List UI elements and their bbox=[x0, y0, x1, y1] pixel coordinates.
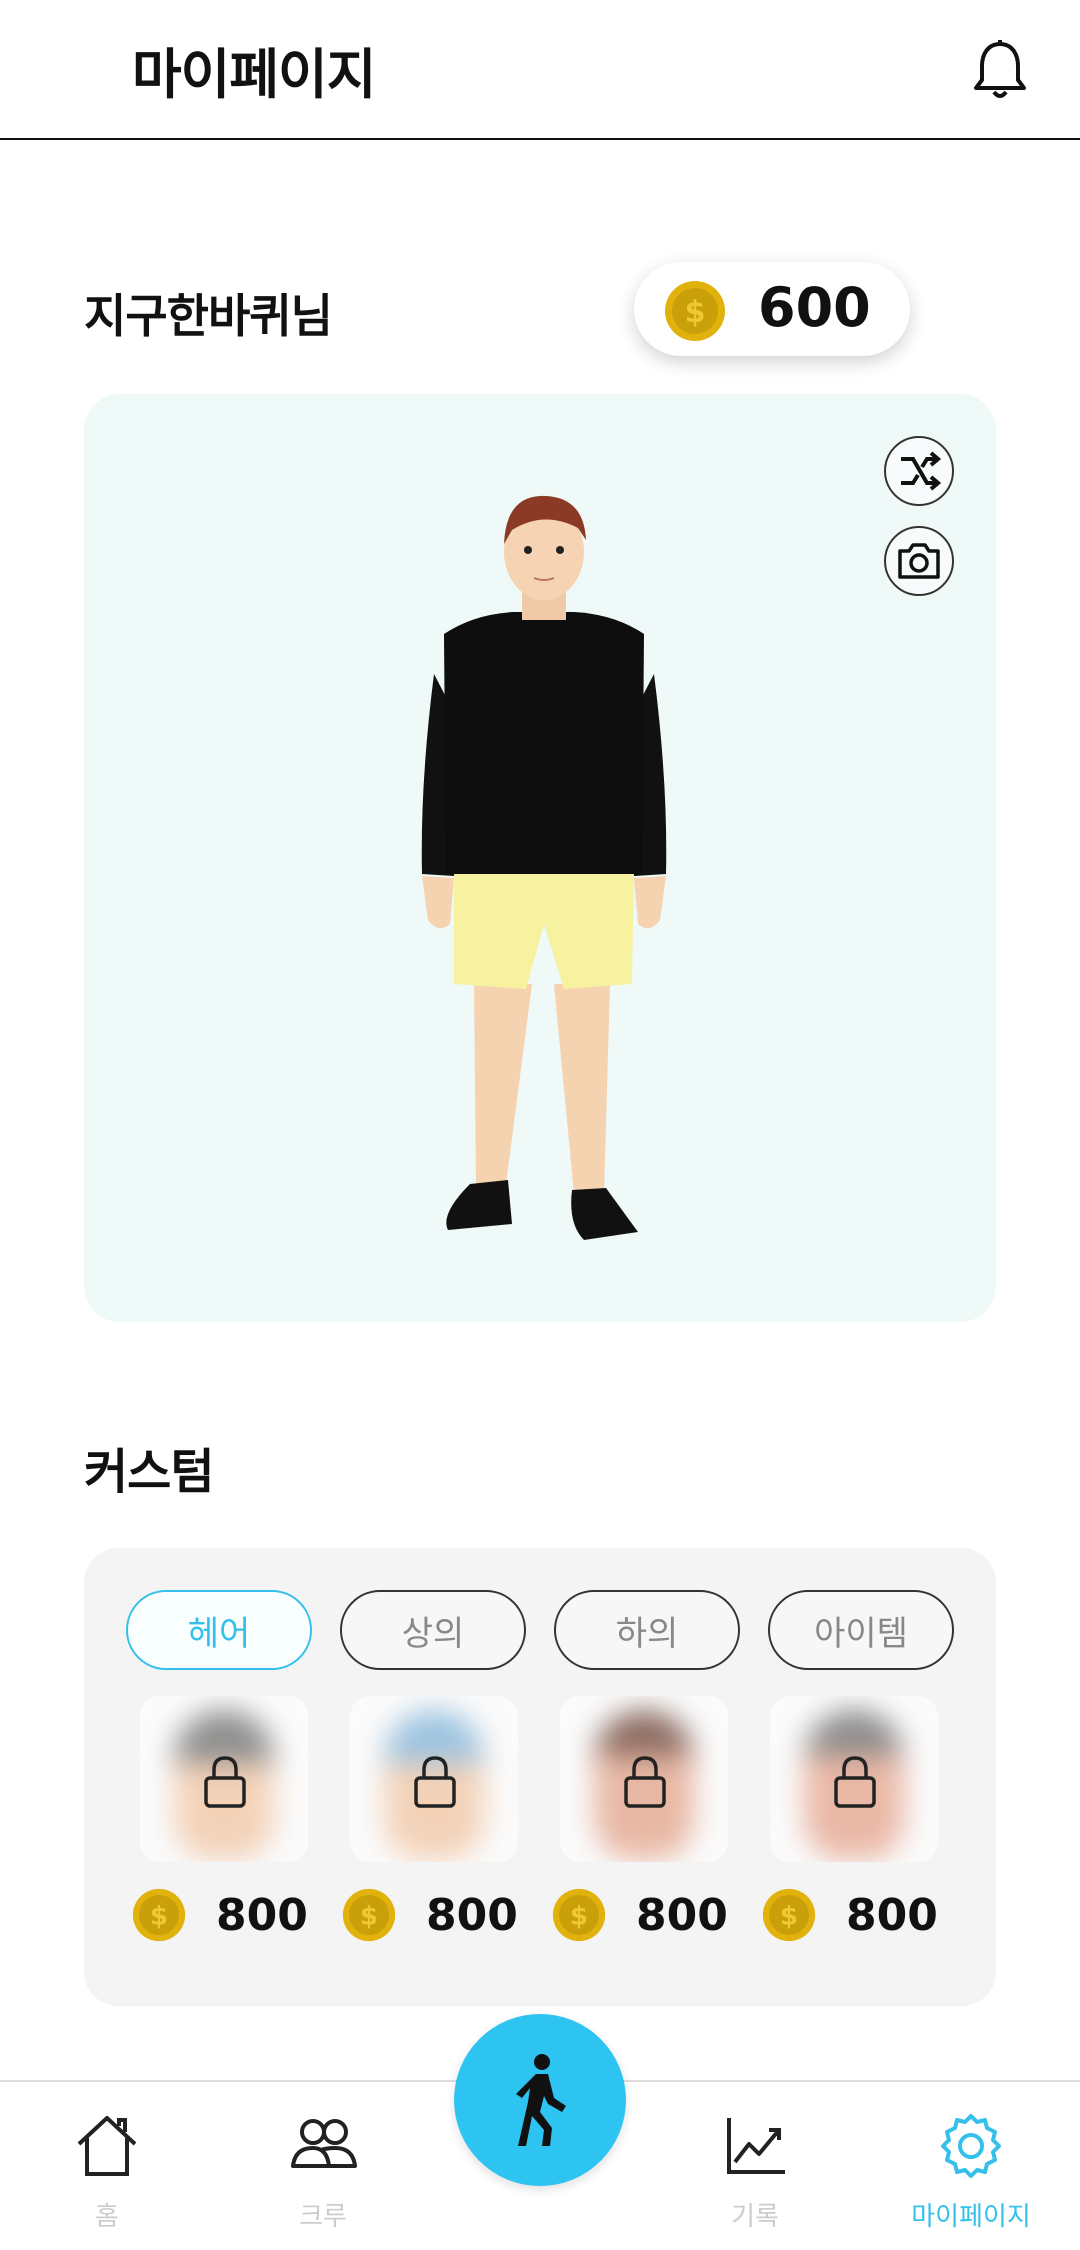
camera-button[interactable] bbox=[884, 526, 954, 596]
nav-label: 크루 bbox=[299, 2202, 347, 2232]
nav-crew[interactable]: 크루 bbox=[248, 2110, 398, 2250]
lock-icon bbox=[624, 1756, 666, 1808]
nav-label: 기록 bbox=[731, 2202, 779, 2232]
nav-mypage[interactable]: 마이페이지 bbox=[896, 2110, 1046, 2250]
nav-label: 마이페이지 bbox=[911, 2202, 1031, 2232]
svg-text:$: $ bbox=[570, 1902, 588, 1932]
avatar-preview bbox=[84, 394, 996, 1322]
lock-icon bbox=[834, 1756, 876, 1808]
coin-icon: $ bbox=[762, 1888, 816, 1942]
lock-icon bbox=[204, 1756, 246, 1808]
coin-icon: $ bbox=[552, 1888, 606, 1942]
coin-icon: $ bbox=[665, 281, 725, 341]
svg-text:$: $ bbox=[150, 1902, 168, 1932]
item-price: $ 800 bbox=[132, 1888, 308, 1942]
hair-item-3[interactable] bbox=[560, 1696, 728, 1862]
svg-text:$: $ bbox=[780, 1902, 798, 1932]
item-price-value: 800 bbox=[636, 1889, 728, 1941]
tab-hair[interactable]: 헤어 bbox=[126, 1590, 312, 1670]
top-app-bar: 마이페이지 bbox=[0, 0, 1080, 140]
custom-panel: 헤어 상의 하의 아이템 $ 800 $ 800 $ 800 $ 800 bbox=[84, 1548, 996, 2006]
hair-item-4[interactable] bbox=[770, 1696, 938, 1862]
nav-home[interactable]: 홈 bbox=[32, 2110, 182, 2250]
page-title: 마이페이지 bbox=[132, 43, 376, 106]
chart-icon bbox=[727, 2118, 785, 2174]
item-price: $ 800 bbox=[552, 1888, 728, 1942]
nav-records[interactable]: 기록 bbox=[680, 2110, 830, 2250]
item-price: $ 800 bbox=[342, 1888, 518, 1942]
bell-icon[interactable] bbox=[970, 38, 1030, 102]
coin-amount: 600 bbox=[758, 276, 871, 339]
custom-section-title: 커스텀 bbox=[84, 1444, 214, 1500]
tab-item[interactable]: 아이템 bbox=[768, 1590, 954, 1670]
coin-icon: $ bbox=[132, 1888, 186, 1942]
item-price-value: 800 bbox=[846, 1889, 938, 1941]
coin-balance: $ 600 bbox=[634, 262, 910, 356]
username: 지구한바퀴님 bbox=[84, 289, 333, 343]
home-icon bbox=[77, 2116, 137, 2176]
avatar-character bbox=[421, 495, 667, 1240]
camera-icon bbox=[898, 543, 940, 579]
walking-icon bbox=[516, 2054, 566, 2146]
tab-bottom[interactable]: 하의 bbox=[554, 1590, 740, 1670]
hair-item-1[interactable] bbox=[140, 1696, 308, 1862]
lock-icon bbox=[414, 1756, 456, 1808]
svg-text:$: $ bbox=[685, 295, 706, 330]
gear-icon bbox=[941, 2114, 1001, 2178]
item-price: $ 800 bbox=[762, 1888, 938, 1942]
start-walk-button[interactable] bbox=[454, 2014, 626, 2186]
shuffle-button[interactable] bbox=[884, 436, 954, 506]
shuffle-icon bbox=[901, 451, 941, 491]
item-price-value: 800 bbox=[426, 1889, 518, 1941]
item-price-value: 800 bbox=[216, 1889, 308, 1941]
crew-icon bbox=[291, 2119, 357, 2168]
hair-item-2[interactable] bbox=[350, 1696, 518, 1862]
nav-label: 홈 bbox=[95, 2202, 119, 2232]
svg-text:$: $ bbox=[360, 1902, 378, 1932]
coin-icon: $ bbox=[342, 1888, 396, 1942]
tab-top[interactable]: 상의 bbox=[340, 1590, 526, 1670]
